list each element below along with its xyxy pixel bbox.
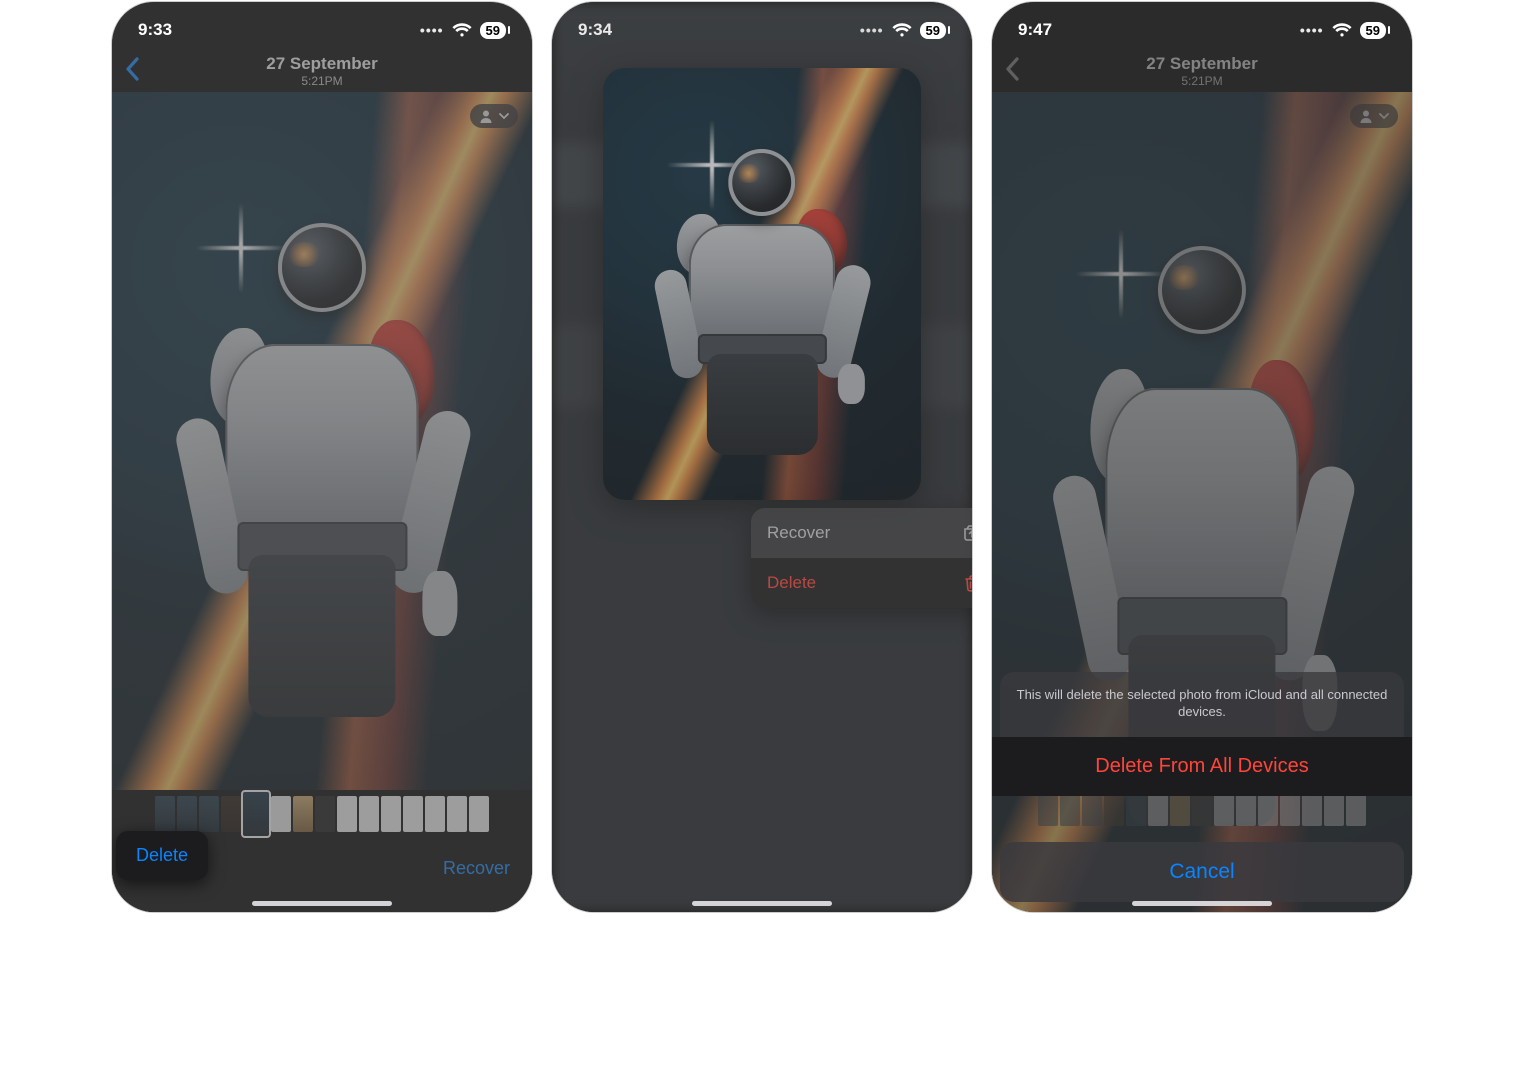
nav-header: 27 September 5:21PM — [992, 50, 1412, 92]
home-indicator[interactable] — [1132, 901, 1272, 906]
action-sheet-message: This will delete the selected photo from… — [1000, 672, 1404, 737]
chevron-down-icon — [1378, 110, 1390, 122]
wifi-icon — [452, 22, 472, 38]
nav-title: 27 September — [1146, 54, 1258, 74]
battery-indicator: 59 — [1360, 22, 1386, 39]
status-time: 9:34 — [578, 20, 612, 40]
delete-from-all-devices-button[interactable]: Delete From All Devices — [992, 737, 1412, 796]
nav-header: 27 September 5:21PM — [112, 50, 532, 92]
context-menu-recover-label: Recover — [767, 523, 830, 543]
cellular-dots-icon: •••• — [1300, 22, 1324, 38]
recover-tray-icon — [961, 522, 972, 544]
home-indicator[interactable] — [252, 901, 392, 906]
back-chevron-icon[interactable] — [1004, 56, 1022, 82]
photo-preview-card[interactable] — [603, 68, 921, 500]
wifi-icon — [1332, 22, 1352, 38]
recover-button[interactable]: Recover — [443, 858, 510, 879]
status-time: 9:47 — [1018, 20, 1052, 40]
nav-subtitle: 5:21PM — [301, 74, 342, 88]
status-bar: 9:47 •••• 59 — [992, 2, 1412, 50]
person-icon — [478, 108, 494, 124]
screenshot-3-confirm-delete-sheet: 27 September 5:21PM — [992, 2, 1412, 912]
trash-icon — [961, 572, 972, 594]
context-menu-recover[interactable]: Recover — [751, 508, 972, 558]
context-menu: Recover Delete — [751, 508, 972, 608]
home-indicator[interactable] — [692, 901, 832, 906]
battery-indicator: 59 — [920, 22, 946, 39]
screenshot-2-context-menu: Recover Delete 9:34 •••• 59 — [552, 2, 972, 912]
people-badge[interactable] — [1350, 104, 1398, 128]
nav-subtitle: 5:21PM — [1181, 74, 1222, 88]
nav-title: 27 September — [266, 54, 378, 74]
cellular-dots-icon: •••• — [420, 22, 444, 38]
people-badge[interactable] — [470, 104, 518, 128]
cellular-dots-icon: •••• — [860, 22, 884, 38]
confirm-delete-action-sheet: This will delete the selected photo from… — [1000, 672, 1404, 902]
delete-context-popover[interactable]: Delete — [116, 831, 208, 880]
photo-astronaut[interactable] — [112, 92, 532, 790]
person-icon — [1358, 108, 1374, 124]
context-menu-delete-label: Delete — [767, 573, 816, 593]
status-time: 9:33 — [138, 20, 172, 40]
cancel-button[interactable]: Cancel — [1000, 842, 1404, 902]
status-bar: 9:34 •••• 59 — [552, 2, 972, 50]
screenshot-1-deleted-photo-detail: 27 September 5:21PM — [112, 2, 532, 912]
context-menu-delete[interactable]: Delete — [751, 558, 972, 608]
back-chevron-icon[interactable] — [124, 56, 142, 82]
battery-indicator: 59 — [480, 22, 506, 39]
wifi-icon — [892, 22, 912, 38]
status-bar: 9:33 •••• 59 — [112, 2, 532, 50]
chevron-down-icon — [498, 110, 510, 122]
